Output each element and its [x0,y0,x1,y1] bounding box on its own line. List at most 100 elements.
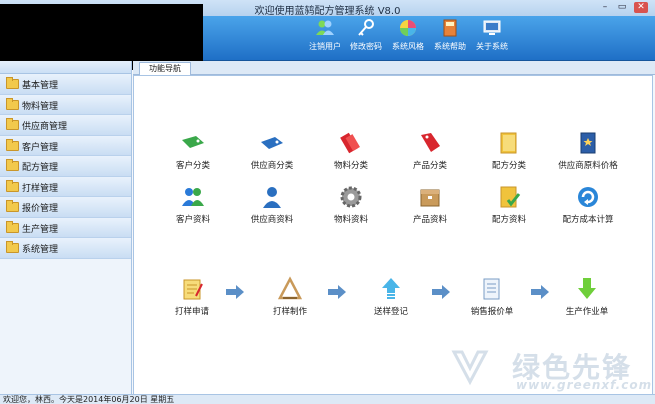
sidebar-item-formulas[interactable]: 配方管理 [0,156,131,177]
supplier-category-button[interactable]: 供应商分类 [232,130,312,171]
toolbar-label: 注销用户 [309,42,341,51]
cell-label: 配方成本计算 [562,215,614,225]
sidebar-item-customers[interactable]: 客户管理 [0,135,131,156]
red-tickets-icon [340,132,360,154]
cell-label: 供应商分类 [250,161,294,171]
users-group-icon [182,188,204,206]
minimize-button[interactable]: – [598,2,612,13]
cell-label: 客户资料 [175,215,210,225]
cell-label: 打样制作 [272,307,307,317]
cell-label: 物料分类 [333,161,368,171]
checked-note-icon [500,186,521,208]
product-category-button[interactable]: 产品分类 [390,130,470,171]
sample-request-button[interactable]: 打样申请 [152,276,232,317]
sidebar-header [0,61,131,74]
sidebar-item-label: 系统管理 [22,245,59,255]
tab-strip: 功能导航 [133,61,655,75]
toolbar-label: 关于系统 [476,42,508,51]
folder-icon [6,118,19,130]
sidebar-item-system[interactable]: 系统管理 [0,238,131,259]
computer-icon [483,20,501,35]
triangle-tools-icon [277,276,303,300]
tab-function-navigation[interactable]: 功能导航 [139,62,191,75]
cell-label: 配方资料 [491,215,526,225]
sidebar-item-basic[interactable]: 基本管理 [0,74,131,95]
user-icon [263,187,281,208]
cell-label: 物料资料 [333,215,368,225]
sidebar-item-sampling[interactable]: 打样管理 [0,176,131,197]
key-icon [358,19,374,36]
flow-arrow-icon [432,285,450,299]
red-tag-icon [421,133,440,152]
sidebar-item-label: 生产管理 [22,224,59,235]
cell-label: 客户分类 [175,161,210,171]
cell-label: 供应商资料 [250,215,294,225]
sample-delivery-register-button[interactable]: 送样登记 [351,276,431,317]
users-icon [316,20,334,35]
watermark: 绿色先锋 www.greenxf.com [450,346,655,394]
supplier-info-button[interactable]: 供应商资料 [232,184,312,225]
sidebar-item-label: 客户管理 [22,142,59,153]
supplier-material-price-button[interactable]: 供应商原料价格 [548,130,628,171]
close-button[interactable]: ✕ [634,2,648,13]
flow-arrow-icon [328,285,346,299]
green-tag-icon [182,136,204,148]
upload-icon [382,278,400,299]
flow-arrow-icon [226,285,244,299]
color-wheel-icon [400,20,416,36]
download-arrow-icon [578,278,596,299]
notepad-icon [183,279,203,300]
sidebar-item-production[interactable]: 生产管理 [0,217,131,238]
customer-category-button[interactable]: 客户分类 [153,130,233,171]
change-password-button[interactable]: 修改密码 [346,18,386,52]
box-icon [420,189,440,207]
formula-info-button[interactable]: 配方资料 [469,184,549,225]
folder-icon [6,220,19,233]
folder-icon [6,97,19,110]
document-icon [483,278,500,300]
sample-production-button[interactable]: 打样制作 [250,276,330,317]
sidebar-item-label: 基本管理 [22,81,59,91]
maximize-button[interactable]: ▭ [615,2,629,13]
sidebar-item-label: 供应商管理 [22,122,68,132]
sidebar-item-suppliers[interactable]: 供应商管理 [0,115,131,136]
cell-label: 产品分类 [412,161,447,171]
system-style-button[interactable]: 系统风格 [388,18,428,52]
material-info-button[interactable]: 物料资料 [311,184,391,225]
material-category-button[interactable]: 物料分类 [311,130,391,171]
production-order-button[interactable]: 生产作业单 [547,276,627,317]
folder-icon [6,159,19,171]
folder-icon [500,132,517,154]
sidebar-item-materials[interactable]: 物料管理 [0,94,131,115]
logout-user-button[interactable]: 注销用户 [305,18,345,52]
app-window: 欢迎使用蓝鸫配方管理系统 V8.0 – ▭ ✕ 注销用户 修改密码 系统风格 系… [0,0,655,404]
sidebar: 基本管理 物料管理 供应商管理 客户管理 配方管理 打样管理 报价管理 生产管理… [0,61,132,394]
help-book-icon [443,19,457,37]
system-help-button[interactable]: 系统帮助 [430,18,470,52]
cell-label: 生产作业单 [565,307,609,317]
folder-icon [6,241,19,253]
sidebar-item-quotes[interactable]: 报价管理 [0,197,131,218]
cell-label: 打样申请 [174,307,209,317]
watermark-url: www.greenxf.com [516,378,653,392]
cell-label: 送样登记 [373,307,408,317]
cell-label: 供应商原料价格 [558,161,618,171]
gear-icon [340,186,362,208]
customer-info-button[interactable]: 客户资料 [153,184,233,225]
toolbar-label: 修改密码 [350,42,382,51]
sidebar-item-label: 物料管理 [22,101,59,112]
folder-icon [6,77,19,89]
folder-icon [6,179,19,192]
sidebar-item-label: 打样管理 [22,183,59,194]
blue-tag-icon [261,137,283,149]
refresh-icon [578,187,598,207]
cell-label: 产品资料 [412,215,447,225]
about-system-button[interactable]: 关于系统 [472,18,512,52]
formula-cost-calc-button[interactable]: 配方成本计算 [548,184,628,225]
cell-label: 销售报价单 [470,307,514,317]
formula-category-button[interactable]: 配方分类 [469,130,549,171]
toolbar-label: 系统帮助 [434,42,466,51]
sales-quote-button[interactable]: 销售报价单 [452,276,532,317]
product-info-button[interactable]: 产品资料 [390,184,470,225]
sidebar-item-label: 配方管理 [22,163,59,173]
